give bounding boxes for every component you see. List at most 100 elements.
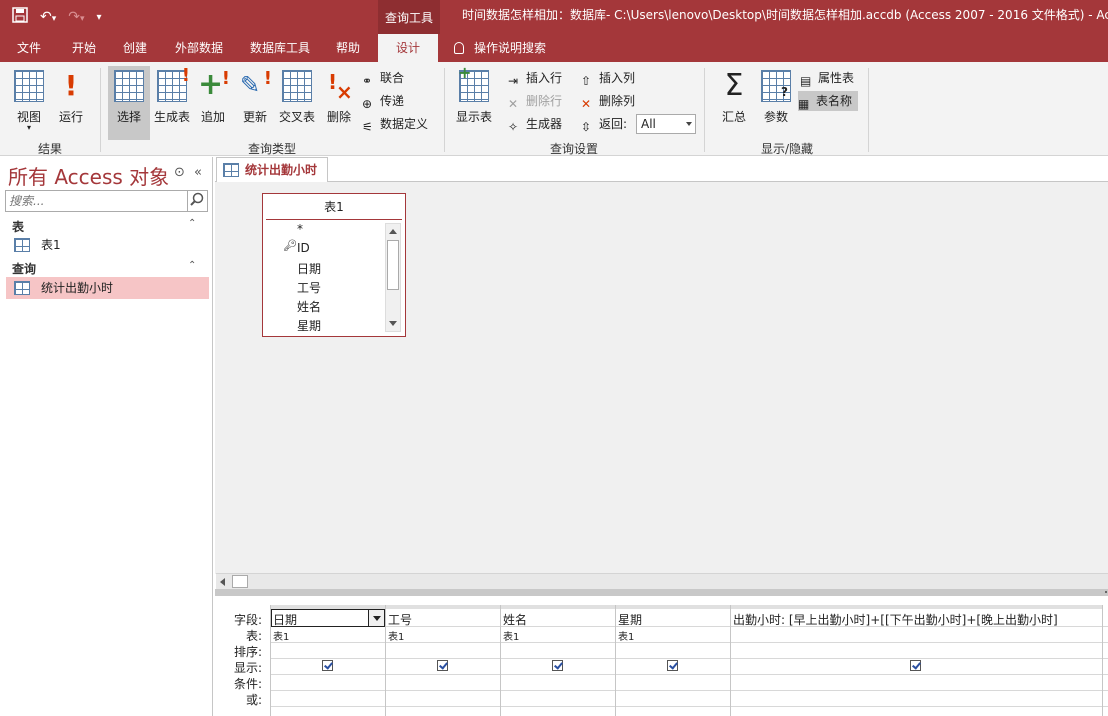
- nav-item-table1[interactable]: 表1: [6, 234, 209, 256]
- save-icon[interactable]: [12, 7, 28, 27]
- table-cell[interactable]: 表1: [618, 628, 634, 643]
- table-cell[interactable]: 表1: [503, 628, 519, 643]
- passthrough-button[interactable]: ⊕ 传递: [362, 91, 404, 111]
- tell-me-search[interactable]: 操作说明搜索: [454, 34, 546, 62]
- scroll-up-icon[interactable]: [389, 229, 397, 234]
- delete-x-icon: ! ×: [328, 70, 353, 104]
- row-label-sort: 排序:: [233, 645, 262, 659]
- data-definition-button[interactable]: ⚟ 数据定义: [362, 114, 428, 134]
- nav-search-input[interactable]: [6, 191, 186, 211]
- customize-qat-icon[interactable]: ▾: [97, 12, 102, 23]
- chevron-down-circle-icon[interactable]: ⊙: [174, 165, 185, 180]
- field-id[interactable]: ID: [297, 241, 310, 255]
- field-employee-no[interactable]: 工号: [297, 279, 321, 296]
- sigma-icon: Σ: [724, 68, 744, 103]
- field-cell[interactable]: 日期: [273, 611, 297, 628]
- column-selector[interactable]: [501, 605, 615, 609]
- append-button[interactable]: +! 追加: [198, 66, 230, 138]
- tab-database-tools[interactable]: 数据库工具: [250, 34, 310, 62]
- grid-column-2[interactable]: 工号 表1: [385, 605, 500, 716]
- delete-query-button[interactable]: ! × 删除: [325, 66, 353, 138]
- nav-group-tables[interactable]: 表: [12, 218, 24, 235]
- field-name[interactable]: 姓名: [297, 298, 321, 315]
- property-sheet-button[interactable]: ▤ 属性表: [800, 68, 854, 88]
- lightbulb-icon: [454, 42, 464, 54]
- chevron-down-icon: [686, 122, 692, 126]
- column-selector[interactable]: [386, 605, 500, 609]
- show-checkbox[interactable]: [322, 660, 333, 671]
- grid-column-4[interactable]: 星期 表1: [615, 605, 730, 716]
- parameters-button[interactable]: ? 参数: [758, 66, 794, 138]
- field-cell[interactable]: 姓名: [503, 611, 527, 628]
- table-field-list[interactable]: 表1 * 🔑︎ ID 日期 工号 姓名 星期: [262, 193, 406, 337]
- totals-button[interactable]: Σ 汇总: [718, 66, 750, 138]
- show-checkbox[interactable]: [667, 660, 678, 671]
- show-table-button[interactable]: + 显示表: [454, 63, 494, 138]
- column-selector[interactable]: [616, 605, 730, 609]
- row-label-criteria: 条件:: [233, 677, 262, 691]
- grid-column-6[interactable]: [1102, 605, 1108, 716]
- insert-columns-button[interactable]: ⇧ 插入列: [581, 68, 635, 88]
- scroll-left-icon[interactable]: [220, 578, 225, 586]
- delete-rows-button[interactable]: ✕ 删除行: [508, 91, 562, 111]
- run-button[interactable]: ! 运行: [54, 66, 88, 138]
- search-icon[interactable]: [187, 191, 207, 211]
- field-date[interactable]: 日期: [297, 260, 321, 277]
- insert-rows-button[interactable]: ⇥ 插入行: [508, 68, 562, 88]
- document-tab[interactable]: 统计出勤小时: [216, 157, 328, 182]
- pane-splitter[interactable]: [215, 589, 1108, 596]
- scroll-thumb[interactable]: [387, 240, 399, 290]
- document-tab-label: 统计出勤小时: [245, 163, 318, 177]
- tab-home[interactable]: 开始: [72, 34, 96, 62]
- query-icon: [223, 163, 239, 177]
- chevron-up-icon[interactable]: ⌃: [188, 260, 196, 271]
- field-cell[interactable]: 工号: [388, 611, 412, 628]
- tab-file[interactable]: 文件: [17, 34, 41, 62]
- view-button[interactable]: 视图 ▾: [10, 66, 48, 138]
- select-query-button[interactable]: 选择: [108, 66, 150, 140]
- insert-rows-icon: ⇥: [508, 74, 519, 88]
- upper-horizontal-scrollbar[interactable]: [216, 573, 1108, 589]
- show-checkbox[interactable]: [552, 660, 563, 671]
- field-weekday[interactable]: 星期: [297, 317, 321, 334]
- tab-design[interactable]: 设计: [378, 34, 438, 62]
- tab-external-data[interactable]: 外部数据: [175, 34, 223, 62]
- tab-create[interactable]: 创建: [123, 34, 147, 62]
- grid-column-1[interactable]: 日期 表1: [270, 605, 385, 716]
- redo-icon[interactable]: ↷▾: [68, 9, 84, 25]
- grid-column-5[interactable]: 出勤小时: [早上出勤小时]+[[下午出勤小时]+[晚上出勤小时]: [730, 605, 1102, 716]
- crosstab-button[interactable]: 交叉表: [278, 66, 316, 138]
- table-cell[interactable]: 表1: [388, 628, 404, 643]
- chevron-down-icon[interactable]: [368, 610, 384, 626]
- nav-title[interactable]: 所有 Access 对象: [8, 161, 169, 190]
- undo-icon[interactable]: ↶▾: [40, 9, 56, 25]
- field-all[interactable]: *: [297, 222, 303, 236]
- make-table-button[interactable]: ! 生成表: [152, 65, 192, 138]
- builder-button[interactable]: ✧ 生成器: [508, 114, 562, 134]
- select-label: 选择: [116, 110, 141, 124]
- field-cell[interactable]: 出勤小时: [早上出勤小时]+[[下午出勤小时]+[晚上出勤小时]: [733, 611, 1058, 628]
- scroll-thumb[interactable]: [232, 575, 248, 588]
- column-selector[interactable]: [731, 605, 1102, 609]
- show-checkbox[interactable]: [437, 660, 448, 671]
- update-pencil-icon: ✎!: [240, 68, 272, 99]
- field-cell[interactable]: 星期: [618, 611, 642, 628]
- table-cell[interactable]: 表1: [273, 628, 289, 643]
- show-checkbox[interactable]: [910, 660, 921, 671]
- return-value: All: [641, 117, 656, 131]
- field-list-scrollbar[interactable]: [385, 223, 401, 332]
- nav-group-queries[interactable]: 查询: [12, 260, 36, 277]
- scroll-down-icon[interactable]: [389, 321, 397, 326]
- tab-help[interactable]: 帮助: [336, 34, 360, 62]
- update-button[interactable]: ✎! 更新: [240, 66, 272, 138]
- union-button[interactable]: ⚭ 联合: [362, 68, 404, 88]
- chevron-up-icon[interactable]: ⌃: [188, 218, 196, 229]
- collapse-pane-icon[interactable]: «: [194, 165, 202, 180]
- return-select[interactable]: All: [636, 114, 696, 134]
- grid-column-3[interactable]: 姓名 表1: [500, 605, 615, 716]
- nav-item-query[interactable]: 统计出勤小时: [6, 277, 209, 299]
- delete-columns-button[interactable]: ✕ 删除列: [581, 91, 635, 111]
- table-box-title[interactable]: 表1: [266, 194, 402, 220]
- table-names-button[interactable]: ▦ 表名称: [798, 91, 859, 111]
- nav-search[interactable]: [5, 190, 208, 212]
